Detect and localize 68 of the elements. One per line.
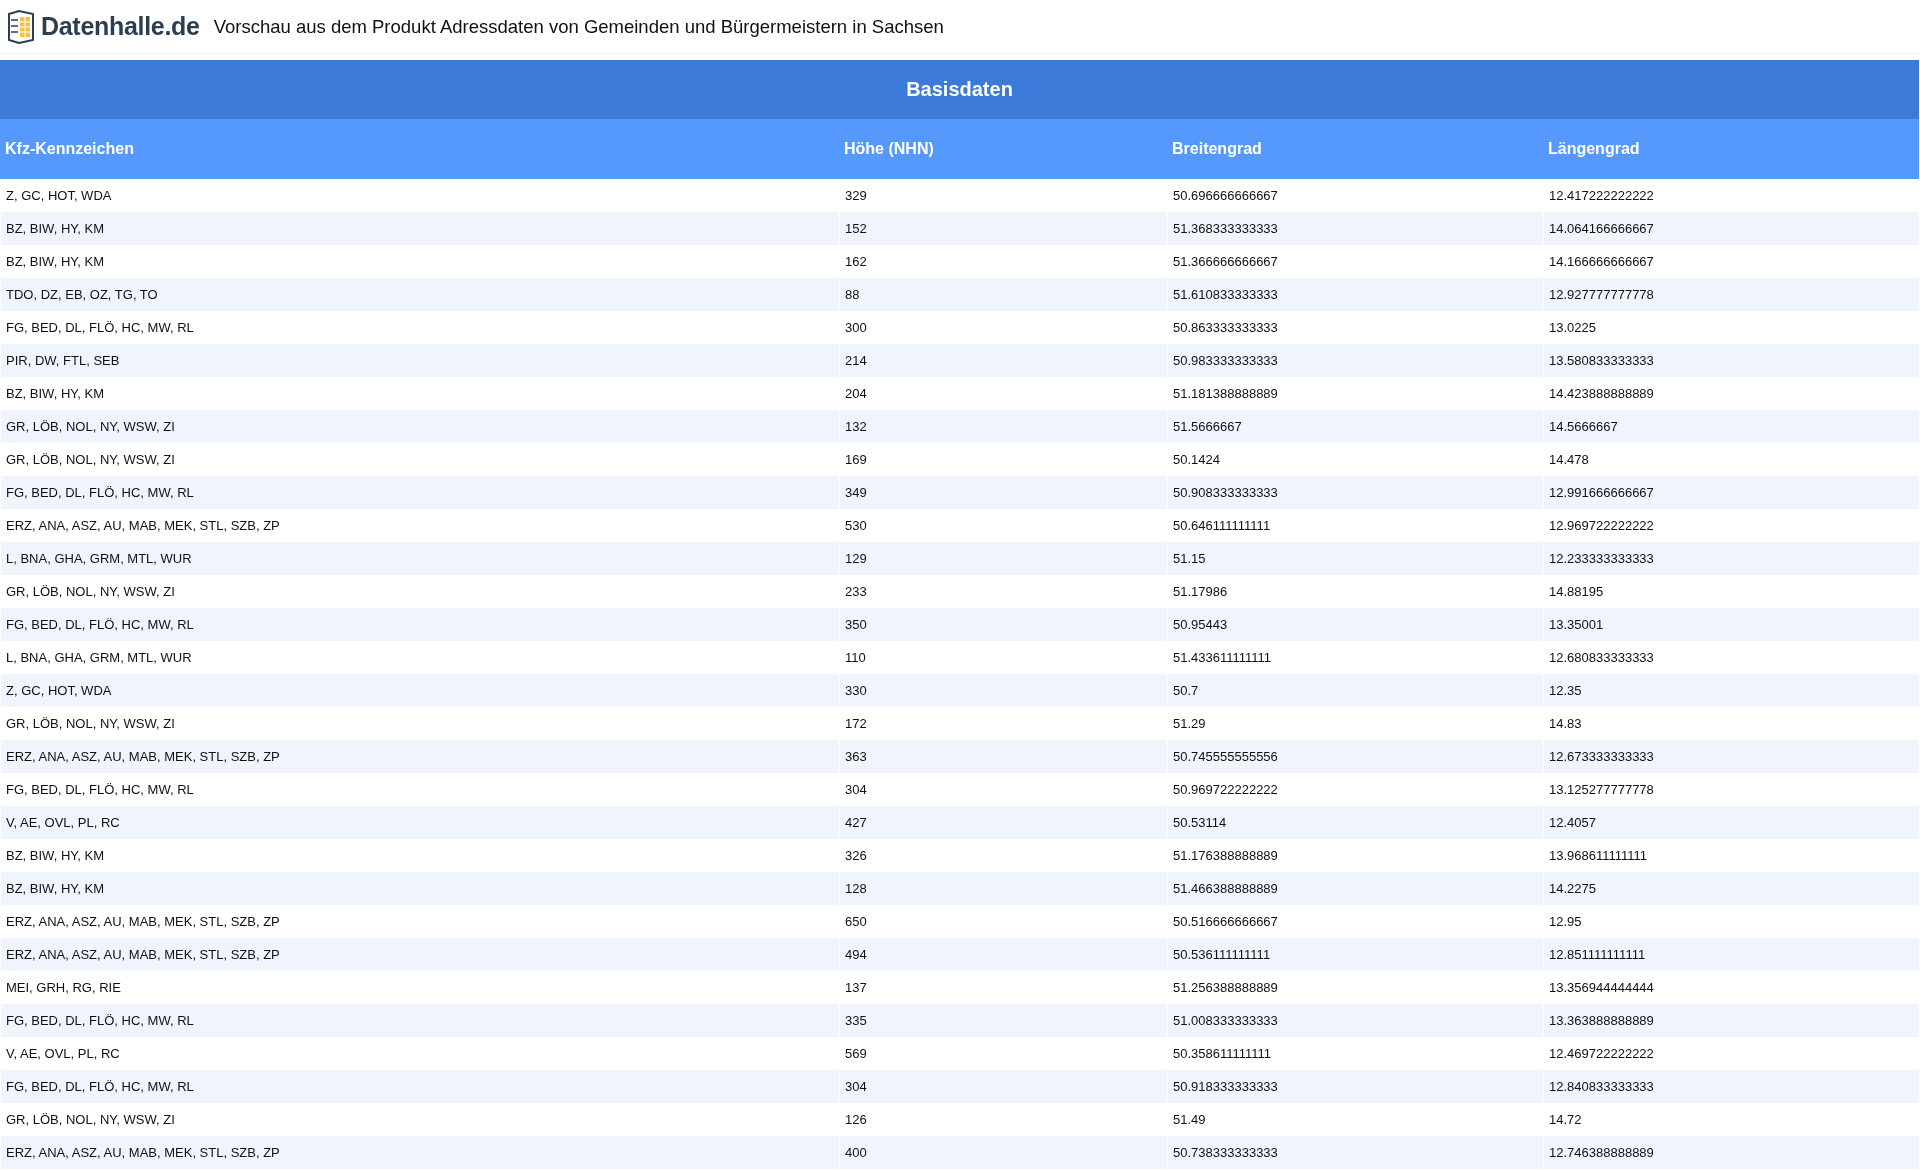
logo-text[interactable]: Datenhalle.de [41, 12, 200, 41]
table-cell: 14.064166666667 [1543, 212, 1920, 245]
table-cell: PIR, DW, FTL, SEB [0, 344, 839, 377]
column-header: Höhe (NHN) [839, 119, 1167, 179]
page-title: Vorschau aus dem Produkt Adressdaten von Gemeinden und Bürgermeistern in Sachsen [213, 15, 944, 38]
table-cell: 12.233333333333 [1543, 542, 1920, 575]
table-cell: 427 [839, 806, 1167, 839]
column-header: Längengrad [1543, 119, 1920, 179]
table-cell: 13.580833333333 [1543, 344, 1920, 377]
table-cell: 13.363888888889 [1543, 1004, 1920, 1037]
table-cell: 12.991666666667 [1543, 476, 1920, 509]
table-cell: 12.851111111111 [1543, 938, 1920, 971]
table-cell: ERZ, ANA, ASZ, AU, MAB, MEK, STL, SZB, ZP [0, 1136, 839, 1169]
table-cell: TDO, DZ, EB, OZ, TG, TO [0, 278, 839, 311]
table-cell: 51.008333333333 [1167, 1004, 1543, 1037]
table-cell: 12.746388888889 [1543, 1136, 1920, 1169]
table-cell: 494 [839, 938, 1167, 971]
table-cell: 51.15 [1167, 542, 1543, 575]
logo-icon [5, 9, 37, 44]
table-cell: 50.738333333333 [1167, 1136, 1543, 1169]
table-cell: 51.5666667 [1167, 410, 1543, 443]
table-cell: 50.983333333333 [1167, 344, 1543, 377]
table-cell: 152 [839, 212, 1167, 245]
table-cell: 50.908333333333 [1167, 476, 1543, 509]
table-cell: L, BNA, GHA, GRM, MTL, WUR [0, 542, 839, 575]
table-cell: 363 [839, 740, 1167, 773]
table-cell: 50.745555555556 [1167, 740, 1543, 773]
table-cell: V, AE, OVL, PL, RC [0, 806, 839, 839]
table-cell: 51.466388888889 [1167, 872, 1543, 905]
table-cell: 304 [839, 1070, 1167, 1103]
table-cell: 12.35 [1543, 674, 1920, 707]
table-cell: 50.95443 [1167, 608, 1543, 641]
table-cell: FG, BED, DL, FLÖ, HC, MW, RL [0, 1070, 839, 1103]
table-cell: 129 [839, 542, 1167, 575]
table-cell: 51.610833333333 [1167, 278, 1543, 311]
column-header: Breitengrad [1167, 119, 1543, 179]
table-cell: 50.918333333333 [1167, 1070, 1543, 1103]
table-cell: 12.4057 [1543, 806, 1920, 839]
table-cell: 214 [839, 344, 1167, 377]
table-cell: 51.368333333333 [1167, 212, 1543, 245]
column-header: Kfz-Kennzeichen [0, 119, 839, 179]
table-cell: 132 [839, 410, 1167, 443]
table-cell: ERZ, ANA, ASZ, AU, MAB, MEK, STL, SZB, ZP [0, 740, 839, 773]
table-cell: 88 [839, 278, 1167, 311]
table-cell: 14.5666667 [1543, 410, 1920, 443]
table-title: Basisdaten [0, 60, 1920, 119]
table-cell: BZ, BIW, HY, KM [0, 212, 839, 245]
table-cell: BZ, BIW, HY, KM [0, 872, 839, 905]
table-cell: 12.927777777778 [1543, 278, 1920, 311]
table-cell: 350 [839, 608, 1167, 641]
table-cell: FG, BED, DL, FLÖ, HC, MW, RL [0, 608, 839, 641]
table-cell: 335 [839, 1004, 1167, 1037]
table-cell: 14.2275 [1543, 872, 1920, 905]
table-cell: GR, LÖB, NOL, NY, WSW, ZI [0, 410, 839, 443]
table-cell: Z, GC, HOT, WDA [0, 674, 839, 707]
table-cell: 13.35001 [1543, 608, 1920, 641]
table-cell: FG, BED, DL, FLÖ, HC, MW, RL [0, 1004, 839, 1037]
table-cell: 400 [839, 1136, 1167, 1169]
table-cell: 50.536111111111 [1167, 938, 1543, 971]
table-cell: ERZ, ANA, ASZ, AU, MAB, MEK, STL, SZB, ZP [0, 938, 839, 971]
table-cell: 330 [839, 674, 1167, 707]
table-cell: 349 [839, 476, 1167, 509]
table-cell: 50.53114 [1167, 806, 1543, 839]
table-cell: 12.673333333333 [1543, 740, 1920, 773]
table-cell: FG, BED, DL, FLÖ, HC, MW, RL [0, 476, 839, 509]
table-cell: 12.840833333333 [1543, 1070, 1920, 1103]
table-cell: 50.7 [1167, 674, 1543, 707]
table-cell: 128 [839, 872, 1167, 905]
